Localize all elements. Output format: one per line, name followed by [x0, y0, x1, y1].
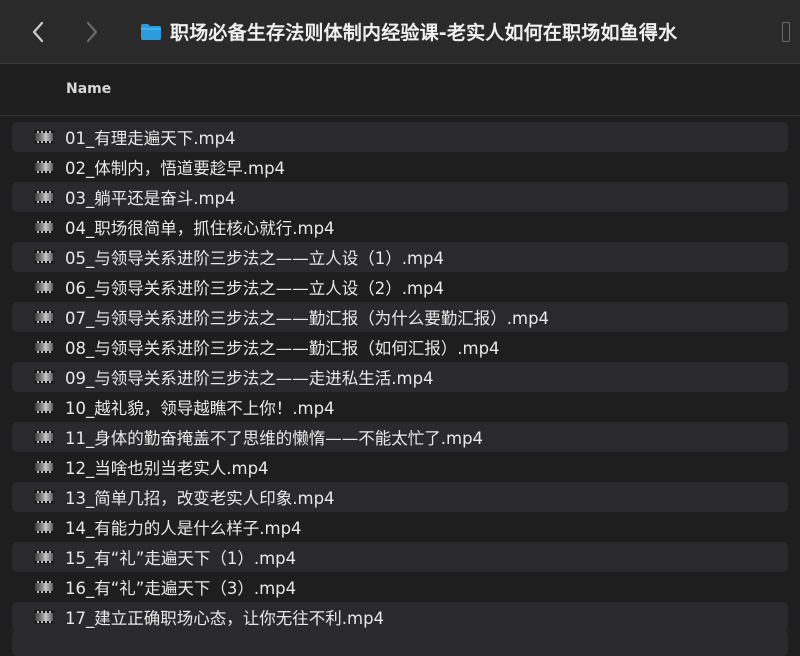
video-file-icon — [34, 130, 54, 144]
file-list: 01_有理走遍天下.mp4 02_体制内，悟道要趁早.mp4 03_躺平还是奋斗… — [0, 122, 800, 632]
sidebar-toggle-icon[interactable] — [782, 22, 790, 42]
list-item[interactable]: 12_当啥也别当老实人.mp4 — [12, 452, 788, 482]
file-name: 15_有“礼”走遍天下（1）.mp4 — [65, 549, 297, 568]
video-file-icon — [34, 310, 54, 324]
list-item[interactable]: 16_有“礼”走遍天下（3）.mp4 — [12, 572, 788, 602]
list-item[interactable]: 01_有理走遍天下.mp4 — [12, 122, 788, 152]
video-file-icon — [34, 400, 54, 414]
list-item[interactable]: 17_建立正确职场心态，让你无往不利.mp4 — [12, 602, 788, 632]
video-file-icon — [34, 160, 54, 174]
video-file-icon — [34, 280, 54, 294]
video-file-icon — [34, 430, 54, 444]
file-name: 12_当啥也别当老实人.mp4 — [65, 459, 269, 478]
name-column-header[interactable]: Name — [66, 81, 111, 97]
file-name: 07_与领导关系进阶三步法之——勤汇报（为什么要勤汇报）.mp4 — [65, 309, 550, 328]
toolbar: 职场必备生存法则体制内经验课-老实人如何在职场如鱼得水 — [0, 0, 800, 64]
list-item[interactable]: 13_简单几招，改变老实人印象.mp4 — [12, 482, 788, 512]
list-item[interactable]: 05_与领导关系进阶三步法之——立人设（1）.mp4 — [12, 242, 788, 272]
list-item[interactable]: 04_职场很简单，抓住核心就行.mp4 — [12, 212, 788, 242]
list-item[interactable]: 15_有“礼”走遍天下（1）.mp4 — [12, 542, 788, 572]
list-item[interactable]: 06_与领导关系进阶三步法之——立人设（2）.mp4 — [12, 272, 788, 302]
video-file-icon — [34, 520, 54, 534]
video-file-icon — [34, 580, 54, 594]
video-file-icon — [34, 250, 54, 264]
video-file-icon — [34, 190, 54, 204]
list-item[interactable]: 02_体制内，悟道要趁早.mp4 — [12, 152, 788, 182]
file-name: 13_简单几招，改变老实人印象.mp4 — [65, 489, 335, 508]
file-name: 04_职场很简单，抓住核心就行.mp4 — [65, 219, 335, 238]
back-button[interactable] — [20, 14, 56, 50]
video-file-icon — [34, 220, 54, 234]
video-file-icon — [34, 370, 54, 384]
chevron-left-icon — [32, 21, 44, 42]
list-item[interactable]: 03_躺平还是奋斗.mp4 — [12, 182, 788, 212]
video-file-icon — [34, 460, 54, 474]
list-item[interactable]: 08_与领导关系进阶三步法之——勤汇报（如何汇报）.mp4 — [12, 332, 788, 362]
file-name: 05_与领导关系进阶三步法之——立人设（1）.mp4 — [65, 249, 445, 268]
file-name: 01_有理走遍天下.mp4 — [65, 129, 236, 148]
forward-button[interactable] — [74, 14, 110, 50]
column-header: Name — [0, 64, 800, 116]
finder-window: 职场必备生存法则体制内经验课-老实人如何在职场如鱼得水 Name 01_有理走遍… — [0, 0, 800, 656]
folder-icon — [141, 23, 161, 40]
empty-list-row — [12, 630, 788, 656]
list-item[interactable]: 14_有能力的人是什么样子.mp4 — [12, 512, 788, 542]
list-item[interactable]: 11_身体的勤奋掩盖不了思维的懒惰——不能太忙了.mp4 — [12, 422, 788, 452]
file-name: 14_有能力的人是什么样子.mp4 — [65, 519, 302, 538]
list-item[interactable]: 10_越礼貌，领导越瞧不上你！.mp4 — [12, 392, 788, 422]
file-name: 08_与领导关系进阶三步法之——勤汇报（如何汇报）.mp4 — [65, 339, 500, 358]
file-name: 10_越礼貌，领导越瞧不上你！.mp4 — [65, 399, 335, 418]
video-file-icon — [34, 610, 54, 624]
file-name: 03_躺平还是奋斗.mp4 — [65, 189, 236, 208]
chevron-right-icon — [86, 21, 98, 42]
file-name: 02_体制内，悟道要趁早.mp4 — [65, 159, 286, 178]
file-name: 06_与领导关系进阶三步法之——立人设（2）.mp4 — [65, 279, 445, 298]
file-name: 11_身体的勤奋掩盖不了思维的懒惰——不能太忙了.mp4 — [65, 429, 484, 448]
file-name: 16_有“礼”走遍天下（3）.mp4 — [65, 579, 297, 598]
window-title: 职场必备生存法则体制内经验课-老实人如何在职场如鱼得水 — [170, 22, 678, 44]
file-name: 09_与领导关系进阶三步法之——走进私生活.mp4 — [65, 369, 434, 388]
video-file-icon — [34, 550, 54, 564]
list-item[interactable]: 07_与领导关系进阶三步法之——勤汇报（为什么要勤汇报）.mp4 — [12, 302, 788, 332]
file-name: 17_建立正确职场心态，让你无往不利.mp4 — [65, 609, 385, 628]
video-file-icon — [34, 490, 54, 504]
title-area: 职场必备生存法则体制内经验课-老实人如何在职场如鱼得水 — [140, 18, 677, 45]
video-file-icon — [34, 340, 54, 354]
list-item[interactable]: 09_与领导关系进阶三步法之——走进私生活.mp4 — [12, 362, 788, 392]
